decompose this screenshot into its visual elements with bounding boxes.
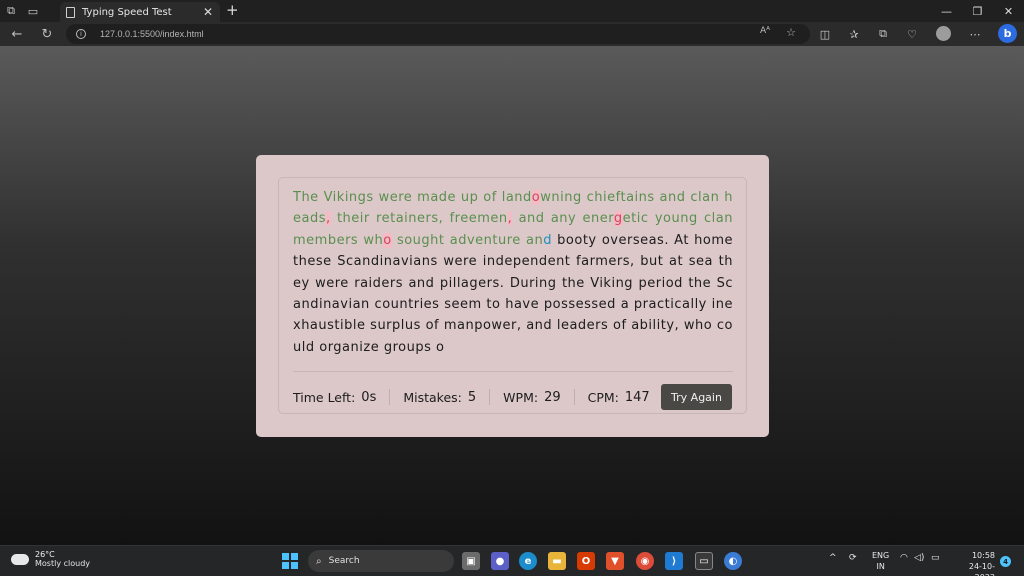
tab-title: Typing Speed Test xyxy=(82,6,172,18)
wifi-icon[interactable]: ◠ xyxy=(900,553,908,563)
profile-avatar[interactable] xyxy=(936,26,951,41)
clock-time: 10:58 xyxy=(971,551,995,560)
lang-code: ENG xyxy=(872,551,890,560)
cpm-stat: CPM: 147 xyxy=(588,389,663,405)
wpm-stat: WPM: 29 xyxy=(503,389,575,405)
text-segment-correct: and any ener xyxy=(512,211,614,227)
new-tab-icon[interactable]: + xyxy=(226,1,239,19)
file-explorer-icon[interactable]: ▬ xyxy=(548,552,566,570)
workspaces-icon[interactable]: ⧉ xyxy=(0,0,22,22)
text-segment-correct: sought adventure an xyxy=(391,232,544,248)
terminal-icon[interactable]: ▭ xyxy=(695,552,713,570)
time-left-value: 0s xyxy=(361,389,377,405)
minimize-icon[interactable]: — xyxy=(931,0,962,22)
typing-paragraph[interactable]: The Vikings were made up of landowning c… xyxy=(293,187,733,367)
close-window-icon[interactable]: ✕ xyxy=(993,0,1024,22)
url-text[interactable]: 127.0.0.1:5500/index.html xyxy=(100,29,204,39)
volume-icon[interactable]: ◁) xyxy=(914,553,924,563)
weather-temp: 26°C xyxy=(35,550,55,559)
address-toolbar: ← ↻ i 127.0.0.1:5500/index.html Aᴬ ☆ ◫ ✰… xyxy=(0,22,1024,46)
brave-icon[interactable]: ▼ xyxy=(606,552,624,570)
clock-date: 24-10-2023 xyxy=(968,562,995,576)
cpm-value: 147 xyxy=(624,389,650,405)
favorites-icon[interactable]: ✰ xyxy=(845,25,863,43)
stats-bar: Time Left: 0s Mistakes: 5 WPM: 29 CPM: 1… xyxy=(293,383,676,411)
try-again-button[interactable]: Try Again xyxy=(661,384,732,410)
wpm-value: 29 xyxy=(544,389,561,405)
text-segment-correct: The Vikings were made up of land xyxy=(293,190,532,205)
split-screen-icon[interactable]: ◫ xyxy=(816,25,834,43)
wpm-label: WPM: xyxy=(503,389,539,405)
site-info-icon[interactable]: i xyxy=(76,29,86,39)
chat-icon[interactable]: ● xyxy=(491,552,509,570)
windows-start-icon[interactable] xyxy=(282,553,298,569)
copilot-icon[interactable]: b xyxy=(998,24,1017,43)
lang-region: IN xyxy=(876,562,885,571)
search-placeholder: Search xyxy=(328,556,360,566)
show-hidden-icons[interactable]: ^ xyxy=(829,553,837,563)
text-segment-incorrect: o xyxy=(383,232,392,248)
text-segment-untyped: booty overseas. At home these Scandinavi… xyxy=(293,232,733,355)
refresh-icon[interactable]: ↻ xyxy=(38,25,56,43)
page-icon xyxy=(66,6,75,18)
taskbar-search[interactable]: ⌕ Search xyxy=(308,550,454,572)
edge-icon[interactable]: e xyxy=(519,552,537,570)
time-left-label: Time Left: xyxy=(293,389,356,405)
time-left-stat: Time Left: 0s xyxy=(293,389,391,405)
divider xyxy=(293,371,733,372)
mistakes-stat: Mistakes: 5 xyxy=(403,389,491,405)
typing-test-card: The Vikings were made up of landowning c… xyxy=(256,155,769,437)
vscode-icon[interactable]: ⟩ xyxy=(665,552,683,570)
mistakes-value: 5 xyxy=(467,389,477,405)
browser-essentials-icon[interactable]: ♡ xyxy=(903,25,921,43)
collections-icon[interactable]: ⧉ xyxy=(874,25,892,43)
mistakes-label: Mistakes: xyxy=(403,389,462,405)
text-segment-current: d xyxy=(543,232,552,248)
search-icon: ⌕ xyxy=(316,555,322,567)
cpm-label: CPM: xyxy=(587,389,619,405)
notification-badge[interactable]: 4 xyxy=(1000,556,1011,567)
page-viewport: The Vikings were made up of landowning c… xyxy=(0,46,1024,545)
chrome-icon[interactable]: ◉ xyxy=(636,552,654,570)
cloudy-weather-icon xyxy=(11,548,29,565)
tab-actions-icon[interactable]: ▭ xyxy=(22,0,44,22)
language-indicator[interactable]: ENG IN xyxy=(872,550,889,572)
clock[interactable]: 10:58 24-10-2023 xyxy=(953,550,995,576)
text-segment-correct: their retainers, freemen xyxy=(330,211,508,227)
read-aloud-icon[interactable]: Aᴬ xyxy=(760,26,770,36)
browser-tab[interactable]: Typing Speed Test ✕ xyxy=(60,2,220,22)
restore-icon[interactable]: ❐ xyxy=(962,0,993,22)
close-tab-icon[interactable]: ✕ xyxy=(203,5,213,19)
app-icon[interactable]: ◐ xyxy=(724,552,742,570)
weather-desc: Mostly cloudy xyxy=(35,559,90,568)
text-segment-incorrect: o xyxy=(531,190,541,205)
browser-tab-bar: ⧉ ▭ Typing Speed Test ✕ + — ❐ ✕ xyxy=(0,0,1024,22)
weather-widget[interactable]: 26°C Mostly cloudy xyxy=(11,548,90,568)
favorite-star-icon[interactable]: ☆ xyxy=(786,26,796,39)
address-bar[interactable]: i 127.0.0.1:5500/index.html Aᴬ ☆ xyxy=(66,24,810,44)
windows-taskbar: 26°C Mostly cloudy ⌕ Search ▣ ● e ▬ O ▼ … xyxy=(0,545,1024,576)
sync-icon[interactable]: ⟳ xyxy=(849,553,857,563)
back-icon[interactable]: ← xyxy=(8,25,26,43)
task-view-icon[interactable]: ▣ xyxy=(462,552,480,570)
more-options-icon[interactable]: ⋯ xyxy=(966,25,984,43)
typing-test-container: The Vikings were made up of landowning c… xyxy=(278,177,747,414)
office-icon[interactable]: O xyxy=(577,552,595,570)
battery-icon[interactable]: ▭ xyxy=(931,553,940,563)
text-segment-incorrect: g xyxy=(613,211,623,227)
